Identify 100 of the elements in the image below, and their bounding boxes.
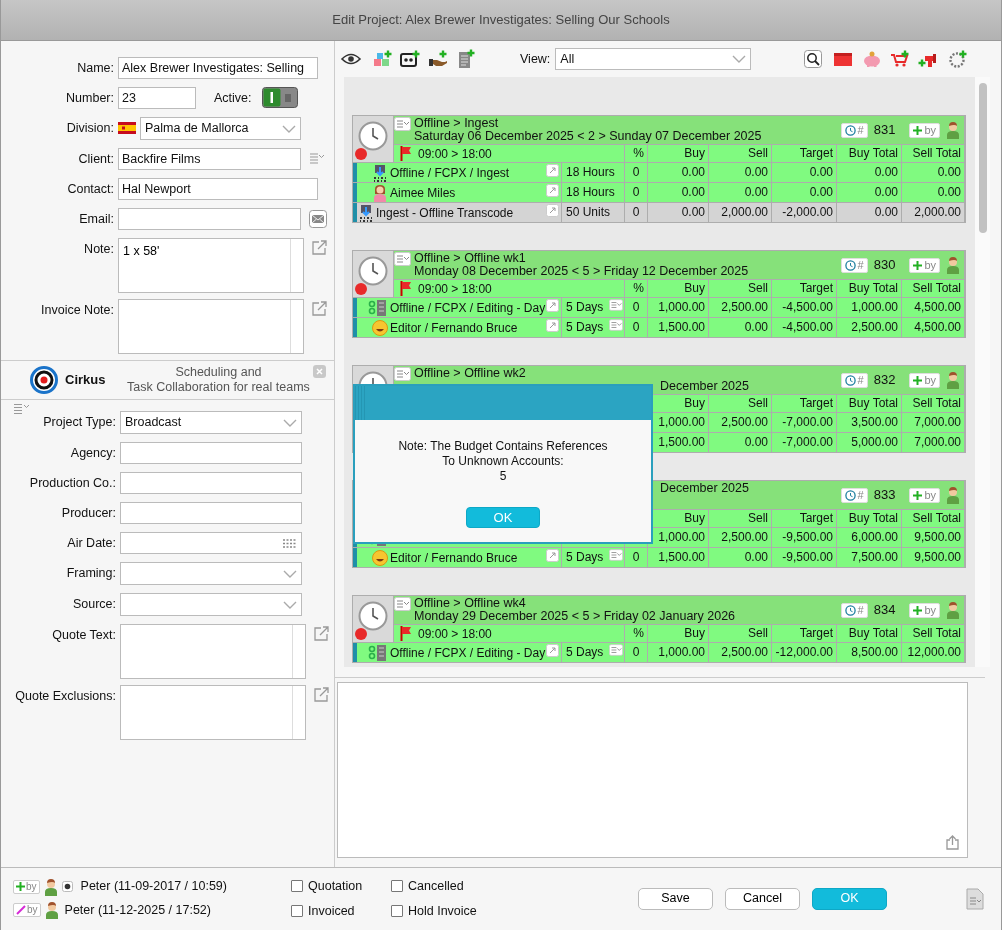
resource-name: Editor / Fernando Bruce [390,549,519,567]
quantity: 18 Hours [565,184,615,201]
cassette-icon[interactable] [400,50,420,68]
text-field[interactable] [118,208,301,230]
cancel-button[interactable]: Cancel [725,887,800,910]
dropdown[interactable]: All [555,48,752,70]
external-link-icon[interactable] [546,184,559,197]
notes-menu-icon[interactable] [609,549,623,561]
checkbox[interactable] [391,880,403,893]
search-icon[interactable] [804,50,823,68]
mail-icon[interactable] [309,210,327,228]
close-icon[interactable] [313,365,327,378]
table-cell: 2,500.00 [709,643,771,662]
external-link-icon[interactable] [314,626,329,641]
reference-button[interactable]: # [840,257,868,273]
external-link-icon[interactable] [546,319,559,332]
checkbox[interactable] [291,880,303,893]
reference-button[interactable]: # [840,372,868,388]
table-cell: 0.00 [772,183,836,202]
calendar-icon[interactable] [834,52,853,66]
column-header: Buy Total [837,395,901,412]
status-dot-icon [355,283,367,295]
dropdown[interactable]: Palma de Mallorca [140,117,301,140]
text-field[interactable] [120,442,302,464]
table-cell: 0.00 [837,183,901,202]
cart-icon[interactable] [890,50,911,68]
reference-button[interactable]: # [840,602,868,618]
external-link-icon[interactable] [546,644,559,657]
created-by-button[interactable]: by [909,122,940,138]
flag-icon [118,122,136,134]
modified-by-button[interactable]: by [13,903,41,918]
created-by-button[interactable]: by [13,879,40,894]
text-field[interactable]: Backfire Films [118,148,301,170]
settings-icon[interactable] [61,881,73,893]
hand-icon[interactable] [428,50,448,68]
chevron-icon [732,55,747,63]
external-link-icon[interactable] [546,204,559,217]
eye-icon[interactable] [341,53,361,65]
dropdown[interactable]: Broadcast [120,411,302,434]
notes-menu-icon[interactable] [609,644,623,656]
field-label: Client: [77,151,114,168]
notes-menu-icon[interactable] [394,117,411,131]
document-icon[interactable] [457,49,475,69]
piggy-bank-icon[interactable] [862,51,883,67]
ok-button[interactable]: OK [466,507,540,528]
text-area[interactable] [118,299,304,354]
external-link-icon[interactable] [546,164,559,177]
text-field[interactable]: Hal Newport [118,178,318,200]
smiley-icon [372,549,388,566]
calendar-grid-icon[interactable] [283,539,296,548]
dropdown[interactable] [120,593,302,616]
table-cell: 1,000.00 [648,643,708,662]
field-label: Email: [78,211,114,228]
created-by-button[interactable]: by [909,487,940,503]
reference-button[interactable]: # [840,487,868,503]
list-menu-icon[interactable] [13,403,31,414]
date-field[interactable] [120,532,302,554]
dropdown[interactable] [120,562,302,585]
cubes-icon[interactable] [373,50,393,68]
external-link-icon[interactable] [312,240,327,255]
smiley-icon [372,319,388,336]
created-by-button[interactable]: by [909,602,940,618]
created-by-button[interactable]: by [909,372,940,388]
reference-button[interactable]: # [840,122,868,138]
checkbox[interactable] [391,904,403,917]
tagline: Scheduling and Task Collaboration for real teams [126,365,311,395]
quantity: 5 Days [565,319,604,336]
ok-button[interactable]: OK [812,887,887,910]
text-field[interactable] [120,472,302,494]
dotted-circle-icon[interactable] [948,50,969,68]
external-link-icon[interactable] [312,301,327,316]
toggle-switch[interactable] [261,87,298,108]
notes-menu-icon[interactable] [609,319,623,331]
scrollbar-thumb[interactable] [979,83,987,233]
save-button[interactable]: Save [638,887,713,910]
field-label: Number: [65,90,114,107]
notes-menu-icon[interactable] [394,252,411,266]
external-link-icon[interactable] [314,687,329,702]
table-cell: -7,000.00 [772,413,836,432]
list-menu-icon[interactable] [309,152,325,164]
external-link-icon[interactable] [546,299,559,312]
chevron-icon [283,418,297,427]
link-server-icon [368,298,388,317]
notes-menu-icon[interactable] [609,299,623,311]
table-cell: -9,500.00 [772,548,836,567]
share-icon[interactable] [946,835,959,850]
notes-menu-icon[interactable] [394,367,411,381]
notes-menu-icon[interactable] [394,597,411,611]
text-area[interactable] [120,685,306,740]
external-link-icon[interactable] [546,549,559,562]
text-area[interactable] [120,624,306,679]
field-label: Name: [76,60,114,77]
number-field[interactable]: 23 [118,87,196,109]
created-by-button[interactable]: by [909,257,940,273]
checkbox[interactable] [291,904,303,917]
table-cell: 9,500.00 [902,548,964,567]
document-menu-icon[interactable] [965,887,985,910]
text-field[interactable] [120,502,302,524]
text-field[interactable]: Alex Brewer Investigates: Selling [118,57,318,79]
text-area[interactable]: 1 x 58' [118,238,304,293]
